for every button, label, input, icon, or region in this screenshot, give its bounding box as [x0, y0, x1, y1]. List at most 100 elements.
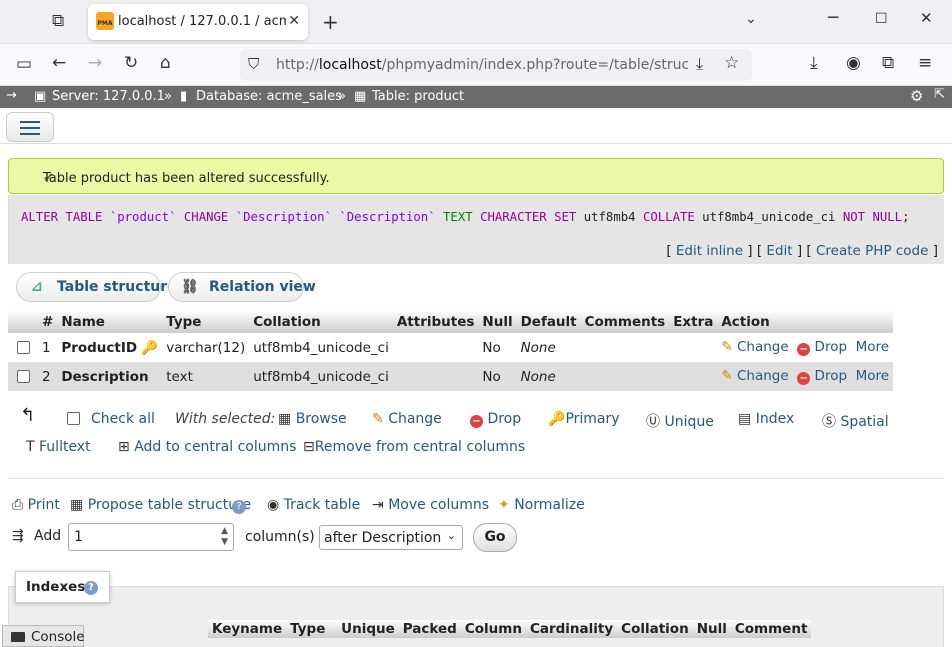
console-toggle[interactable]: Console: [2, 625, 85, 647]
back-icon[interactable]: ←: [52, 55, 66, 72]
index-header-keyname: Keyname: [208, 620, 287, 638]
spatial-button[interactable]: Ⓢ Spatial: [822, 411, 889, 431]
shield-icon[interactable]: ⛉: [248, 57, 259, 72]
collapse-top-icon[interactable]: ⇱: [934, 87, 945, 102]
edit-link[interactable]: Edit: [766, 243, 792, 259]
breadcrumb-server[interactable]: Server: 127.0.0.1: [52, 89, 165, 104]
columns-suffix-label: column(s): [245, 529, 315, 545]
fulltext-icon: T: [26, 439, 35, 455]
column-comments: [580, 333, 670, 362]
breadcrumb-database[interactable]: Database: acme_sales: [196, 89, 342, 104]
column-default: None: [520, 368, 556, 385]
app-menu-icon[interactable]: ≡: [918, 55, 932, 72]
drop-action[interactable]: Drop: [815, 368, 847, 384]
move-columns-button[interactable]: ⇥ Move columns: [372, 497, 489, 513]
sql-token: TEXT: [443, 210, 473, 224]
browser-tab[interactable]: PMA localhost / 127.0.0.1 / acme_sales ✕: [88, 4, 308, 40]
collapse-arrow-icon[interactable]: →: [6, 88, 17, 103]
column-default: None: [520, 339, 556, 356]
create-php-link[interactable]: Create PHP code: [816, 243, 928, 259]
primary-key-icon: 🔑: [141, 339, 159, 356]
propose-icon: ▦: [70, 497, 84, 513]
database-icon: ▮: [180, 89, 188, 104]
header-attributes[interactable]: Attributes: [392, 310, 479, 333]
relation-view-button[interactable]: ⛓ Relation view: [168, 272, 316, 302]
bookmark-star-icon[interactable]: ☆: [724, 55, 739, 72]
propose-structure-button[interactable]: ▦ Propose table structure: [70, 497, 251, 513]
select-arrow-icon: ↰: [20, 405, 36, 426]
edit-inline-link[interactable]: Edit inline: [676, 243, 743, 259]
header-extra[interactable]: Extra: [669, 310, 718, 333]
drop-action[interactable]: Drop: [815, 339, 847, 355]
position-select[interactable]: after Description ⌄: [319, 525, 463, 550]
help-icon[interactable]: ?: [84, 581, 98, 595]
browse-button[interactable]: ▦ Browse: [278, 411, 347, 427]
hamburger-menu-button[interactable]: [6, 112, 54, 142]
remove-central-columns-button[interactable]: ⊟Remove from central columns: [303, 439, 525, 455]
row-checkbox[interactable]: [16, 341, 30, 354]
url-bar[interactable]: ⛉ http://localhost/phpmyadmin/index.php?…: [240, 49, 752, 81]
header-num[interactable]: #: [38, 310, 58, 333]
url-text[interactable]: http://localhost/phpmyadmin/index.php?ro…: [276, 57, 688, 73]
row-checkbox[interactable]: [16, 370, 30, 383]
sql-token: ;: [902, 210, 910, 224]
add-columns-icon: ⇶: [12, 528, 24, 544]
primary-button[interactable]: 🔑Primary: [548, 411, 620, 427]
header-null[interactable]: Null: [478, 310, 517, 333]
header-comments[interactable]: Comments: [580, 310, 670, 333]
fulltext-button[interactable]: T Fulltext: [26, 439, 91, 455]
more-dropdown[interactable]: More: [856, 339, 889, 355]
index-button[interactable]: ▤ Index: [738, 411, 794, 427]
tab-overview-icon[interactable]: ⧉: [52, 13, 64, 30]
reload-icon[interactable]: ↻: [124, 55, 138, 72]
forward-icon[interactable]: →: [88, 55, 102, 72]
track-table-button[interactable]: ◉ Track table: [267, 497, 360, 513]
check-all-label[interactable]: Check all: [91, 411, 155, 427]
print-button[interactable]: ⎙ Print: [12, 497, 60, 513]
header-default[interactable]: Default: [516, 310, 581, 333]
account-icon[interactable]: ◉: [846, 55, 861, 72]
breadcrumb-table[interactable]: Table: product: [372, 89, 464, 104]
column-count-value[interactable]: 1: [74, 529, 83, 545]
drop-icon: −: [470, 415, 483, 428]
home-icon[interactable]: ⌂: [160, 55, 171, 72]
settings-gear-icon[interactable]: ⚙: [910, 87, 923, 105]
change-selected-button[interactable]: ✎ Change: [372, 411, 442, 427]
stepper-arrows-icon[interactable]: ▲ ▼: [221, 526, 228, 548]
sidebar-toggle-icon[interactable]: ▭: [16, 56, 32, 73]
save-page-icon[interactable]: ⤓: [696, 56, 703, 72]
remove-central-icon: ⊟: [303, 439, 315, 455]
tab-close-icon[interactable]: ✕: [288, 13, 300, 29]
add-central-columns-button[interactable]: ⊞ Add to central columns: [118, 439, 296, 455]
structure-icon: ⊿: [31, 279, 43, 295]
normalize-button[interactable]: ✦ Normalize: [498, 497, 585, 513]
drop-selected-button[interactable]: − Drop: [470, 411, 521, 428]
header-type[interactable]: Type: [162, 310, 250, 333]
go-button[interactable]: Go: [473, 523, 517, 552]
extensions-icon[interactable]: ⧉: [882, 55, 894, 72]
check-all-checkbox[interactable]: [67, 412, 80, 425]
relation-view-label: Relation view: [209, 279, 316, 295]
downloads-icon[interactable]: ⤓: [810, 55, 818, 72]
new-tab-icon[interactable]: +: [322, 12, 339, 32]
column-attributes: [392, 362, 479, 391]
table-structure-button[interactable]: ⊿ Table structure: [16, 272, 177, 302]
indexes-table: Keyname Type Unique Packed Column Cardin…: [208, 620, 812, 638]
change-action[interactable]: Change: [737, 368, 789, 384]
tab-list-chevron-icon[interactable]: ⌄: [745, 12, 757, 26]
row-number: 2: [38, 362, 58, 391]
window-close-icon[interactable]: ✕: [920, 11, 933, 26]
console-label: Console: [31, 629, 85, 645]
column-count-stepper[interactable]: 1 ▲ ▼: [68, 523, 234, 551]
sql-token: COLLATE: [642, 210, 695, 224]
maximize-icon[interactable]: ☐: [875, 12, 888, 26]
change-action[interactable]: Change: [737, 339, 789, 355]
help-icon[interactable]: ?: [232, 500, 246, 514]
column-null: No: [478, 333, 517, 362]
more-dropdown[interactable]: More: [856, 368, 889, 384]
unique-button[interactable]: Ⓤ Unique: [646, 411, 714, 431]
header-name[interactable]: Name: [57, 310, 163, 333]
minimize-icon[interactable]: ─: [828, 10, 838, 27]
header-collation[interactable]: Collation: [249, 310, 393, 333]
